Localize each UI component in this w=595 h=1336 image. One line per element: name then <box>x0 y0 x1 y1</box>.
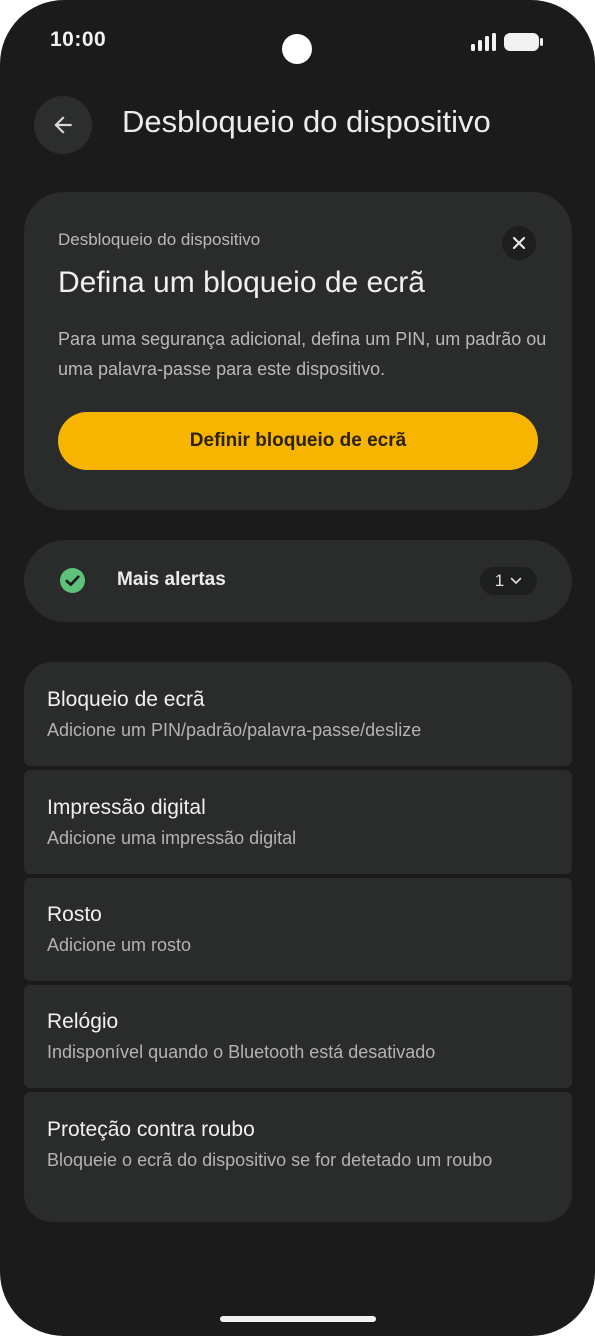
settings-item-subtitle: Bloqueie o ecrã do dispositivo se for de… <box>47 1150 493 1170</box>
settings-item-subtitle: Adicione uma impressão digital <box>47 828 297 848</box>
settings-item-fingerprint[interactable]: Impressão digital Adicione uma impressão… <box>24 770 572 874</box>
home-indicator[interactable] <box>220 1316 376 1322</box>
status-icons <box>470 32 544 52</box>
signal-bars-icon <box>471 33 496 51</box>
alert-body: Para uma segurança adicional, defina um … <box>58 329 547 379</box>
back-button[interactable] <box>34 96 92 154</box>
settings-item-subtitle: Indisponível quando o Bluetooth está des… <box>47 1042 436 1062</box>
settings-item-watch[interactable]: Relógio Indisponível quando o Bluetooth … <box>24 985 572 1088</box>
settings-item-title: Rosto <box>47 903 102 926</box>
settings-item-title: Proteção contra roubo <box>47 1118 255 1141</box>
settings-item-subtitle: Adicione um rosto <box>47 935 192 955</box>
settings-item-theft-protection[interactable]: Proteção contra roubo Bloqueie o ecrã do… <box>24 1092 572 1222</box>
chevron-down-icon <box>510 577 522 585</box>
check-circle-icon <box>60 568 85 593</box>
battery-icon <box>504 33 543 51</box>
more-alerts-row[interactable]: Mais alertas 1 <box>24 540 572 622</box>
alert-title: Defina um bloqueio de ecrã <box>58 266 425 299</box>
status-time: 10:00 <box>50 28 107 51</box>
alert-eyebrow: Desbloqueio do dispositivo <box>58 230 261 249</box>
arrow-back-icon <box>54 116 72 134</box>
page-title: Desbloqueio do dispositivo <box>122 104 491 139</box>
settings-item-title: Impressão digital <box>47 796 206 819</box>
camera-cutout <box>282 34 312 64</box>
screen-lock-alert-card: Desbloqueio do dispositivo Defina um blo… <box>24 192 572 510</box>
settings-item-title: Relógio <box>47 1010 119 1033</box>
settings-item-title: Bloqueio de ecrã <box>47 688 205 711</box>
settings-item-subtitle: Adicione um PIN/padrão/palavra-passe/des… <box>47 720 422 740</box>
dismiss-alert-button[interactable] <box>502 226 536 260</box>
set-screen-lock-button[interactable]: Definir bloqueio de ecrã <box>58 412 538 470</box>
settings-item-face[interactable]: Rosto Adicione um rosto <box>24 878 572 981</box>
alerts-count: 1 <box>494 571 505 590</box>
close-icon <box>512 236 526 250</box>
alerts-count-dropdown[interactable]: 1 <box>480 567 537 595</box>
more-alerts-label: Mais alertas <box>117 569 226 590</box>
settings-item-screen-lock[interactable]: Bloqueio de ecrã Adicione um PIN/padrão/… <box>24 662 572 766</box>
phone-screen: 10:00 Desbloqueio do dispositivo Desbloq… <box>0 0 595 1336</box>
